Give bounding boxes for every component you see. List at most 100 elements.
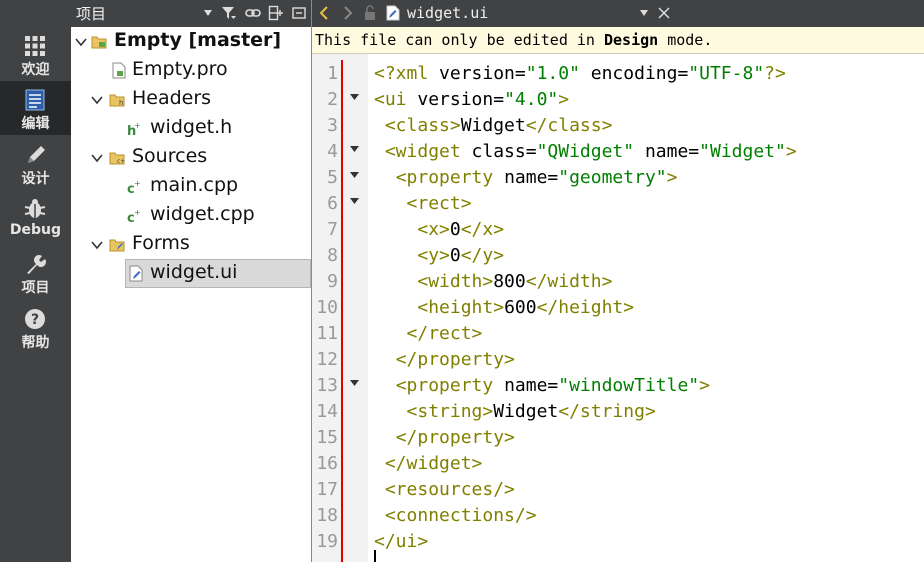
- info-message: This file can only be edited in Design m…: [315, 31, 713, 49]
- header-file-icon: h+: [127, 121, 141, 137]
- tree-label: Forms: [132, 232, 190, 254]
- fold-marker-icon[interactable]: [349, 145, 360, 153]
- line-number: 9: [327, 271, 338, 292]
- ui-file-icon: [386, 5, 400, 21]
- tree-label: Empty.pro: [132, 58, 228, 80]
- project-panel-toolbar: 项目: [71, 0, 312, 27]
- line-number: 10: [316, 297, 338, 318]
- code-line: <width>800</width>: [417, 271, 613, 292]
- back-arrow-icon[interactable]: [317, 5, 333, 21]
- filter-icon[interactable]: [221, 5, 237, 21]
- open-file-name[interactable]: widget.ui: [407, 4, 488, 22]
- fold-marker-icon[interactable]: [349, 197, 360, 205]
- svg-text:+: +: [134, 208, 141, 217]
- line-number: 6: [327, 193, 338, 214]
- tree-item-file[interactable]: c + widget.cpp: [71, 201, 311, 230]
- fold-marker-icon[interactable]: [349, 379, 360, 387]
- line-number-gutter: 1 2 3 4 5 6 7 8 9 10 11 12 13 14 15 16 1…: [312, 54, 368, 562]
- changed-lines-marker: [341, 60, 343, 562]
- mode-projects[interactable]: 项目: [0, 245, 71, 299]
- close-panel-icon[interactable]: [291, 5, 307, 21]
- code-line: <property name="windowTitle">: [395, 375, 710, 396]
- mode-label: 项目: [21, 280, 50, 296]
- code-line: <height>600</height>: [417, 297, 635, 318]
- editor-toolbar: widget.ui: [312, 0, 924, 27]
- forward-arrow-icon[interactable]: [339, 5, 355, 21]
- tree-label: widget.h: [150, 116, 233, 138]
- code-line: <x>0</x>: [417, 219, 505, 240]
- chevron-down-icon[interactable]: [91, 239, 103, 251]
- sources-folder-icon: c++: [109, 152, 125, 165]
- chevron-down-icon[interactable]: [639, 9, 649, 17]
- svg-text:+: +: [134, 179, 141, 188]
- chevron-down-icon[interactable]: [91, 94, 103, 106]
- chevron-down-icon[interactable]: [91, 152, 103, 164]
- forms-folder-icon: [109, 239, 125, 252]
- cpp-file-icon: c +: [127, 208, 141, 224]
- line-number: 15: [316, 427, 338, 448]
- mode-label: 编辑: [21, 116, 50, 132]
- chevron-down-icon[interactable]: [203, 9, 213, 17]
- code-line: <class>Widget</class>: [384, 115, 613, 136]
- line-number: 2: [327, 89, 338, 110]
- tree-item-file[interactable]: h + widget.h: [71, 114, 311, 143]
- bug-icon: [24, 199, 46, 218]
- svg-text:h: h: [119, 99, 123, 107]
- tree-item-project[interactable]: Empty [master]: [71, 27, 311, 56]
- split-icon[interactable]: [268, 5, 284, 21]
- help-icon: ?: [25, 309, 45, 329]
- line-number: 18: [316, 505, 338, 526]
- line-number: 7: [327, 219, 338, 240]
- line-number: 14: [316, 401, 338, 422]
- project-panel-title[interactable]: 项目: [76, 3, 106, 24]
- svg-text:+: +: [134, 121, 141, 130]
- grid-icon: [25, 36, 45, 56]
- fold-marker-icon[interactable]: [349, 93, 360, 101]
- line-number: 16: [316, 453, 338, 474]
- code-line: </rect>: [406, 323, 483, 344]
- code-line: <connections/>: [384, 505, 537, 526]
- text-cursor: [374, 550, 376, 562]
- mode-welcome[interactable]: 欢迎: [0, 27, 71, 81]
- line-number: 1: [327, 63, 338, 84]
- tree-item-file-selected[interactable]: widget.ui: [125, 259, 311, 288]
- line-number: 11: [316, 323, 338, 344]
- ui-file-icon: [129, 265, 143, 282]
- code-line: </property>: [395, 349, 515, 370]
- line-number: 13: [316, 375, 338, 396]
- code-editor[interactable]: 1 2 3 4 5 6 7 8 9 10 11 12 13 14 15 16 1…: [312, 54, 924, 562]
- line-number: 4: [327, 141, 338, 162]
- design-mode-info-bar: This file can only be edited in Design m…: [312, 27, 924, 54]
- line-number: 8: [327, 245, 338, 266]
- tree-label: Empty [master]: [114, 29, 282, 51]
- lock-icon[interactable]: [362, 5, 378, 21]
- wrench-icon: [27, 255, 46, 274]
- tree-item-folder[interactable]: h Headers: [71, 85, 311, 114]
- tree-item-folder[interactable]: c++ Sources: [71, 143, 311, 172]
- mode-design[interactable]: 设计: [0, 136, 71, 190]
- mode-label: 帮助: [21, 335, 50, 351]
- mode-help[interactable]: ? 帮助: [0, 300, 71, 354]
- tree-item-file[interactable]: c + main.cpp: [71, 172, 311, 201]
- svg-text:c++: c++: [117, 158, 125, 165]
- tree-label: Sources: [132, 145, 208, 167]
- tree-label: Headers: [132, 87, 212, 109]
- code-line: <string>Widget</string>: [406, 401, 656, 422]
- code-line: <property name="geometry">: [395, 167, 678, 188]
- code-line: <resources/>: [384, 479, 515, 500]
- tree-item-folder[interactable]: Forms: [71, 230, 311, 259]
- mode-debug[interactable]: Debug: [0, 190, 71, 244]
- line-number: 5: [327, 167, 338, 188]
- code-line: <ui version="4.0">: [374, 89, 570, 110]
- close-icon[interactable]: [656, 5, 672, 21]
- chevron-down-icon[interactable]: [75, 36, 87, 48]
- tree-item-file[interactable]: Empty.pro: [71, 56, 311, 85]
- fold-marker-icon[interactable]: [349, 171, 360, 179]
- tree-label: widget.ui: [150, 261, 238, 283]
- mode-sidebar: 欢迎 编辑 设计 Debug 项目 ? 帮助: [0, 0, 71, 562]
- tree-label: main.cpp: [150, 174, 239, 196]
- mode-edit[interactable]: 编辑: [0, 81, 71, 135]
- pencil-icon: [28, 146, 45, 163]
- mode-label: 欢迎: [21, 62, 50, 78]
- link-icon[interactable]: [245, 5, 261, 21]
